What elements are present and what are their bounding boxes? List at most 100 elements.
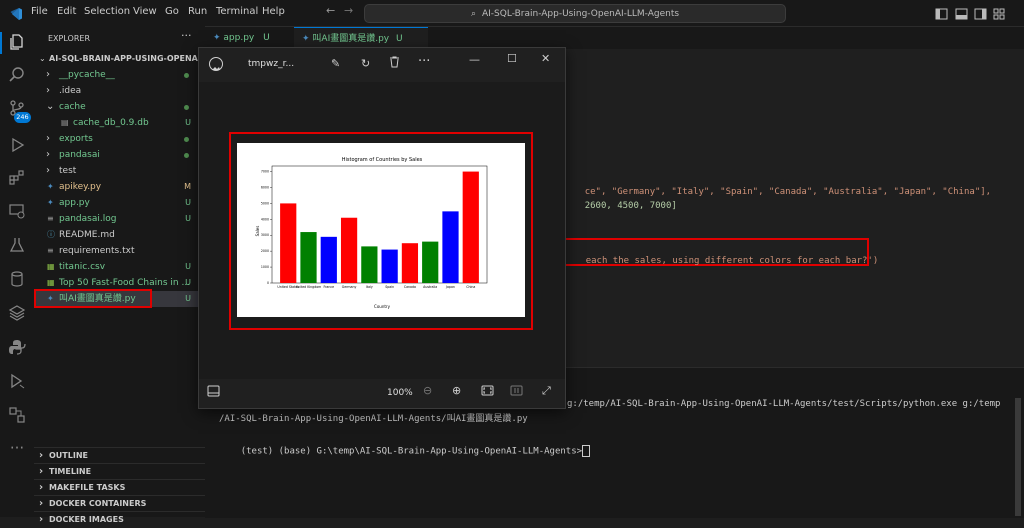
python-icon[interactable] <box>7 338 27 358</box>
folder-row[interactable]: › exports <box>34 131 205 147</box>
chevron-right-icon: › <box>39 482 44 493</box>
source-control-badge: 246 <box>14 112 31 123</box>
file-row[interactable]: ▦ titanic.csv U <box>34 259 205 275</box>
modified-dot <box>184 105 189 110</box>
actual-size-icon[interactable] <box>510 385 523 399</box>
explorer-more-icon[interactable]: ··· <box>181 29 192 42</box>
chart-image: Histogram of Countries by Sales Sales Co… <box>237 143 525 317</box>
forward-arrow-icon[interactable]: → <box>344 4 353 17</box>
section-timeline[interactable]: › TIMELINE <box>34 463 205 480</box>
search-icon[interactable] <box>7 66 27 86</box>
folder-row[interactable]: › .idea <box>34 83 205 99</box>
fit-to-window-icon[interactable] <box>481 385 494 399</box>
run-debug-icon[interactable] <box>7 136 27 156</box>
remote-explorer-icon[interactable] <box>7 202 27 222</box>
rotate-icon[interactable]: ↻ <box>361 57 370 70</box>
y-tick-label: 5000 <box>261 201 269 205</box>
file-row[interactable]: ≡ requirements.txt <box>34 243 205 259</box>
bar-germany <box>340 217 358 283</box>
terminal-line-1: g:/temp/AI-SQL-Brain-App-Using-OpenAI-LL… <box>567 399 1001 409</box>
edit-image-icon[interactable]: ✎ <box>331 57 340 70</box>
menu-item-terminal[interactable]: Terminal <box>216 6 258 17</box>
more-options-icon[interactable]: ··· <box>418 54 430 69</box>
section-outline[interactable]: › OUTLINE <box>34 447 205 464</box>
y-tick-label: 4000 <box>261 217 269 221</box>
chart-title: Histogram of Countries by Sales <box>342 157 423 163</box>
bar-australia <box>422 241 439 283</box>
diagram-icon[interactable] <box>7 406 27 426</box>
layers-icon[interactable] <box>7 304 27 324</box>
python-file-icon: ✦ <box>213 33 221 43</box>
x-tick-label: Japan <box>445 285 455 289</box>
command-center[interactable]: ⌕ AI-SQL-Brain-App-Using-OpenAI-LLM-Agen… <box>364 4 786 23</box>
section-label: TIMELINE <box>49 467 92 476</box>
file-file-icon: ▤ <box>61 118 69 127</box>
explorer-sidebar: EXPLORER ··· ⌄ AI-SQL-BRAIN-APP-USING-OP… <box>34 26 223 525</box>
chevron-right-icon: › <box>39 498 44 509</box>
folder-row[interactable]: › pandasai <box>34 147 205 163</box>
section-docker-images[interactable]: › DOCKER IMAGES <box>34 511 205 528</box>
file-row[interactable]: ✦ app.py U <box>34 195 205 211</box>
file-row[interactable]: ▤ cache_db_0.9.db U <box>34 115 205 131</box>
py-file-icon: ✦ <box>47 182 54 191</box>
menu-item-edit[interactable]: Edit <box>57 6 76 17</box>
explorer-root[interactable]: ⌄ AI-SQL-BRAIN-APP-USING-OPENAI-LL... <box>34 51 223 67</box>
close-icon[interactable]: ✕ <box>541 52 550 65</box>
x-tick-label: Spain <box>385 285 394 289</box>
x-tick-label: Germany <box>342 285 357 289</box>
explorer-icon[interactable] <box>7 33 27 53</box>
run-python-icon[interactable] <box>7 372 27 392</box>
folder-row[interactable]: ⌄ cache <box>34 99 205 115</box>
testing-flask-icon[interactable] <box>7 236 27 256</box>
x-tick-label: Canada <box>404 285 416 289</box>
image-viewer-window[interactable]: tmpwz_r... ✎ ↻ ··· — ☐ ✕ Histogram of Co… <box>198 47 566 409</box>
section-makefile-tasks[interactable]: › MAKEFILE TASKS <box>34 479 205 496</box>
tree-item-label: README.md <box>59 230 115 240</box>
menu-item-go[interactable]: Go <box>165 6 179 17</box>
menu-item-help[interactable]: Help <box>262 6 285 17</box>
menu-item-file[interactable]: File <box>31 6 48 17</box>
x-axis-label: Country <box>374 304 391 309</box>
y-tick-label: 2000 <box>261 249 269 253</box>
file-row[interactable]: ≡ pandasai.log U <box>34 211 205 227</box>
folder-row[interactable]: › test <box>34 163 205 179</box>
terminal-line-2: /AI-SQL-Brain-App-Using-OpenAI-LLM-Agent… <box>219 414 528 424</box>
section-label: OUTLINE <box>49 451 88 460</box>
tab-label: 叫AI畫圖真是讚.py <box>312 34 390 44</box>
x-tick-label: United Kingdom <box>296 285 322 289</box>
tree-item-label: apikey.py <box>59 182 102 192</box>
x-tick-label: France <box>323 285 334 289</box>
database-icon[interactable] <box>7 270 27 290</box>
more-icon[interactable]: ··· <box>7 438 27 458</box>
file-row[interactable]: ⓘ README.md <box>34 227 205 243</box>
bar-italy <box>361 246 378 283</box>
menu-item-run[interactable]: Run <box>188 6 207 17</box>
zoom-out-icon[interactable]: ⊖ <box>423 384 432 397</box>
filmstrip-icon[interactable] <box>207 385 220 400</box>
title-bar: File Edit Selection View Go Run Terminal Help ←… <box>0 0 1024 27</box>
git-status-badge: U <box>185 262 191 271</box>
tree-item-label: pandasai.log <box>59 214 117 224</box>
tree-item-label: cache <box>59 102 86 112</box>
zoom-in-icon[interactable]: ⊕ <box>452 384 461 397</box>
minimize-icon[interactable]: — <box>469 53 480 66</box>
tree-item-label: test <box>59 166 77 176</box>
extensions-icon[interactable] <box>7 168 27 188</box>
back-arrow-icon[interactable]: ← <box>326 4 335 17</box>
git-status-badge: U <box>185 214 191 223</box>
delete-icon[interactable] <box>389 56 400 71</box>
layout-toggle-icons[interactable] <box>935 6 1005 20</box>
tab-app-py[interactable]: ✦ app.py U <box>205 27 295 49</box>
menu-item-view[interactable]: View <box>133 6 157 17</box>
menu-item-selection[interactable]: Selection <box>84 6 130 17</box>
bar-united-kingdom <box>300 232 317 283</box>
terminal-scrollbar[interactable] <box>1015 398 1021 516</box>
fullscreen-icon[interactable]: ⤢ <box>542 384 551 398</box>
file-row[interactable]: ✦ apikey.py M <box>34 179 205 195</box>
y-tick-label: 3000 <box>261 233 269 237</box>
explorer-header: EXPLORER <box>48 34 90 43</box>
folder-row[interactable]: › __pycache__ <box>34 67 205 83</box>
terminal-prompt: (test) (base) G:\temp\AI-SQL-Brain-App-U… <box>219 435 591 467</box>
maximize-icon[interactable]: ☐ <box>507 52 517 65</box>
section-docker-containers[interactable]: › DOCKER CONTAINERS <box>34 495 205 512</box>
